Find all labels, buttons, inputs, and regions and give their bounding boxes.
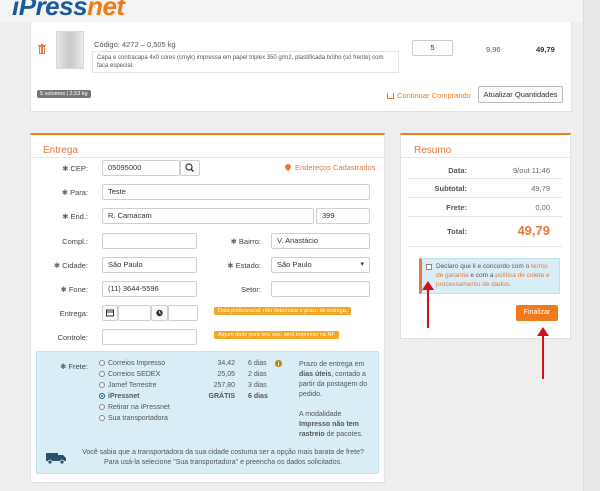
- finalize-button[interactable]: Finalizar: [516, 305, 558, 321]
- continue-shopping-link[interactable]: Continuar Comprando: [387, 91, 471, 100]
- shipping-price: GRÁTIS: [208, 393, 235, 400]
- terms-box: Declaro que li e concordo com o termo de…: [419, 258, 560, 294]
- frete-label: ✱ Frete:: [60, 362, 88, 371]
- cart-icon: [387, 93, 394, 99]
- cep-input[interactable]: 05095000: [102, 160, 180, 176]
- shipping-days: 6 dias: [248, 393, 268, 400]
- delivery-title: Entrega: [43, 145, 79, 156]
- chevron-down-icon: ▾: [360, 261, 364, 268]
- compl-label: Compl.:: [62, 237, 88, 246]
- shipping-info-text: Prazo de entrega em dias úteis, contado …: [299, 361, 368, 438]
- radio-button[interactable]: [99, 404, 105, 410]
- divider: [401, 157, 570, 158]
- summary-date-value: 9/out 11:46: [513, 166, 550, 175]
- carrier-tip: Você sabia que a transportadora da sua c…: [82, 449, 364, 466]
- product-code: Código: 4272 – 0,505 kg: [94, 40, 176, 49]
- calendar-icon: [106, 309, 114, 317]
- fone-label: ✱ Fone:: [60, 285, 88, 294]
- shipping-days: 3 dias: [248, 382, 267, 389]
- annotation-arrow-terms: [422, 281, 434, 328]
- update-quantities-button[interactable]: Atualizar Quantidades: [478, 86, 563, 103]
- radio-button[interactable]: [99, 415, 105, 421]
- shipping-days: 2 dias: [248, 371, 267, 378]
- estado-select[interactable]: São Paulo ▾: [271, 257, 370, 273]
- terms-checkbox[interactable]: [426, 264, 432, 270]
- controle-tip: Algum dado para seu uso, será impresso n…: [214, 331, 339, 339]
- unit-price: 9,96: [486, 45, 501, 54]
- info-icon[interactable]: [275, 360, 282, 367]
- shipping-option[interactable]: Jamef Terrestre: [99, 382, 157, 389]
- annotation-arrow-finalize: [537, 327, 549, 379]
- radio-button-selected[interactable]: [99, 393, 105, 399]
- total-label: Total:: [447, 227, 467, 236]
- frete-summary-label: Frete:: [446, 203, 467, 212]
- divider: [408, 246, 562, 247]
- entrega-date-label: Entrega:: [59, 309, 88, 318]
- clock-button[interactable]: [151, 305, 168, 321]
- shipping-price: 34,42: [217, 360, 235, 367]
- para-label: ✱ Para:: [61, 188, 88, 197]
- setor-input[interactable]: [271, 281, 370, 297]
- cep-label: ✱ CEP:: [62, 164, 88, 173]
- shipping-option[interactable]: Correios Impresso: [99, 360, 165, 367]
- cep-search-button[interactable]: [180, 160, 200, 176]
- ipressnet-logo[interactable]: iPressnet: [12, 0, 125, 22]
- line-total: 49,79: [536, 45, 555, 54]
- subtotal-value: 49,79: [531, 184, 550, 193]
- summary-date-label: Data:: [448, 166, 467, 175]
- saved-addresses-link[interactable]: Endereços Cadastrados: [283, 162, 375, 172]
- summary-title: Resumo: [414, 145, 452, 156]
- product-thumbnail: [56, 31, 84, 69]
- shipping-option[interactable]: Retirar na iPressnet: [99, 404, 170, 411]
- delivery-time-input[interactable]: [168, 305, 198, 321]
- divider: [408, 197, 562, 198]
- shipping-option[interactable]: Correios SEDEX: [99, 371, 160, 378]
- complement-input[interactable]: [102, 233, 197, 249]
- end-label: ✱ End.:: [62, 212, 88, 221]
- shipping-price: 257,80: [213, 382, 235, 389]
- truck-icon: [46, 453, 66, 464]
- radio-button[interactable]: [99, 360, 105, 366]
- delivery-date-input[interactable]: [118, 305, 151, 321]
- trash-icon[interactable]: [38, 44, 46, 54]
- search-icon: [185, 163, 194, 172]
- map-pin-icon: [283, 162, 293, 172]
- clock-icon: [156, 309, 163, 317]
- setor-label: Setor:: [240, 285, 261, 294]
- radio-button[interactable]: [99, 382, 105, 388]
- address-number-input[interactable]: 399: [316, 208, 370, 224]
- shipping-days: 6 dias: [248, 360, 267, 367]
- divider: [408, 178, 562, 179]
- controle-label: Controle:: [57, 333, 88, 342]
- divider: [408, 216, 562, 217]
- controle-input[interactable]: [102, 329, 197, 345]
- volumes-badge: 5 volumes | 2,53 kg: [37, 90, 91, 98]
- quantity-input[interactable]: 5: [412, 40, 453, 56]
- para-input[interactable]: Teste: [102, 184, 370, 200]
- right-scroll-panel: [583, 0, 600, 491]
- bairro-label: ✱ Bairro:: [230, 237, 261, 246]
- divider: [31, 157, 384, 158]
- address-input[interactable]: R. Camacam: [102, 208, 314, 224]
- estado-label: ✱ Estado:: [227, 261, 261, 270]
- total-value: 49,79: [517, 223, 550, 238]
- subtotal-label: Subtotal:: [434, 184, 468, 193]
- bairro-input[interactable]: V. Anastácio: [271, 233, 370, 249]
- shipping-option[interactable]: Sua transportadora: [99, 415, 168, 422]
- calendar-button[interactable]: [102, 305, 118, 321]
- radio-button[interactable]: [99, 371, 105, 377]
- cidade-input[interactable]: São Paulo: [102, 257, 197, 273]
- phone-input[interactable]: (11) 3644-5596: [102, 281, 197, 297]
- frete-summary-value: 0,00: [535, 203, 550, 212]
- product-description: Capa e contracapa 4x0 cores (cmyk) impre…: [92, 51, 399, 73]
- cidade-label: ✱ Cidade:: [53, 261, 88, 270]
- delivery-date-tip: Data preferencial, não determina o prazo…: [214, 307, 352, 315]
- shipping-option-selected[interactable]: iPressnet: [99, 393, 140, 400]
- shipping-price: 25,05: [217, 371, 235, 378]
